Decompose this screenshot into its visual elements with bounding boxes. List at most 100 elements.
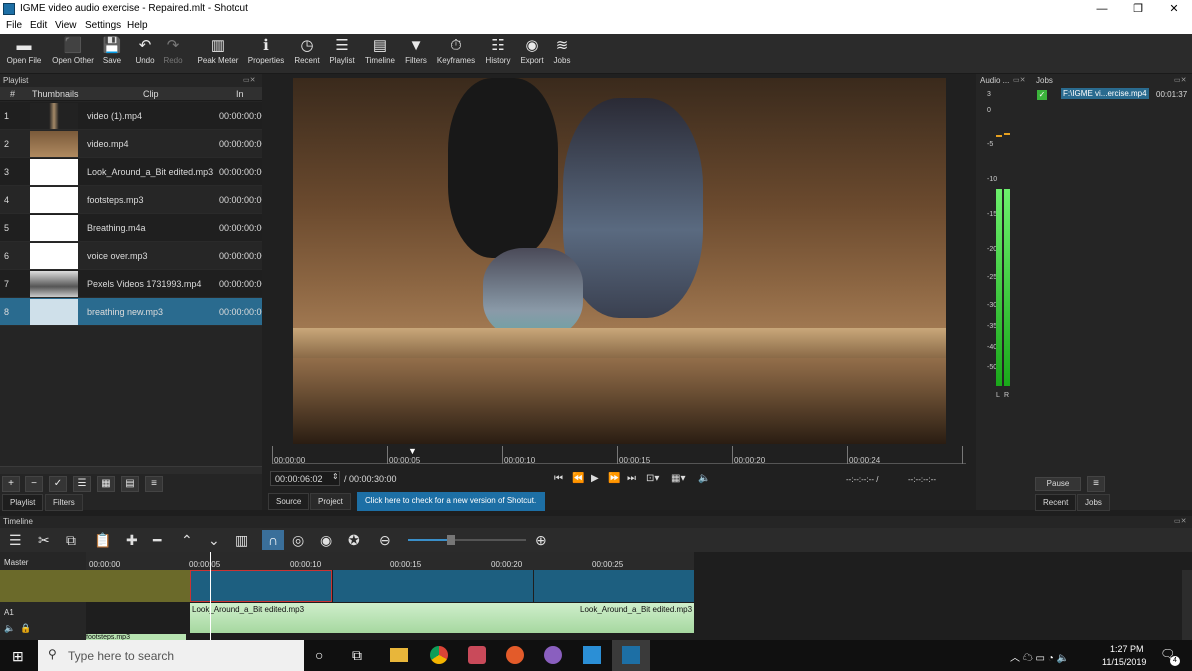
- video-preview[interactable]: [293, 78, 946, 444]
- close-button[interactable]: ✕: [1156, 0, 1192, 18]
- cortana-icon[interactable]: ○: [315, 647, 323, 663]
- save-button[interactable]: 💾 Save: [100, 36, 124, 65]
- col-thumbnails[interactable]: Thumbnails: [32, 89, 79, 99]
- playlist-button[interactable]: ☰ Playlist: [327, 36, 357, 65]
- jobs-button[interactable]: ≋ Jobs: [551, 36, 573, 65]
- update-icon[interactable]: ✓: [49, 476, 67, 492]
- export-button[interactable]: ◉ Export: [518, 36, 546, 65]
- undo-button[interactable]: ↶ Undo: [133, 36, 157, 65]
- panel-float-close-icon[interactable]: ▭✕: [1174, 517, 1186, 525]
- zoom-out-icon[interactable]: ⊖: [379, 532, 391, 548]
- timecode-field[interactable]: 00:00:06:02: [270, 471, 340, 486]
- app-icon[interactable]: [468, 646, 486, 664]
- job-name[interactable]: F:\IGME vi...ercise.mp4: [1061, 88, 1149, 99]
- ripple-delete-icon[interactable]: ━: [153, 532, 161, 548]
- playlist-hscrollbar[interactable]: [0, 466, 262, 474]
- cut-icon[interactable]: ✂: [38, 532, 50, 548]
- tab-recent[interactable]: Recent: [1035, 494, 1077, 511]
- tab-filters[interactable]: Filters: [45, 494, 83, 511]
- scrub-icon[interactable]: ◎: [292, 532, 304, 548]
- update-notice[interactable]: Click here to check for a new version of…: [357, 492, 545, 511]
- minimize-button[interactable]: —: [1084, 0, 1120, 18]
- open-other-button[interactable]: ⬛ Open Other: [50, 36, 96, 65]
- playlist-row-selected[interactable]: 8 breathing new.mp3 00:00:00:00: [0, 298, 262, 326]
- playlist-row[interactable]: 7 Pexels Videos 1731993.mp4 00:00:00:00: [0, 270, 262, 298]
- recent-button[interactable]: ◷ Recent: [292, 36, 322, 65]
- vscode-icon[interactable]: [583, 646, 601, 664]
- windows-start-icon[interactable]: ⊞: [12, 648, 24, 665]
- playlist-menu-icon[interactable]: ≡: [145, 476, 163, 492]
- col-number[interactable]: #: [10, 89, 15, 99]
- fast-forward-icon[interactable]: ⏩: [608, 473, 620, 484]
- chrome-icon[interactable]: [430, 646, 448, 664]
- playhead-icon[interactable]: ▼: [408, 446, 417, 456]
- remove-icon[interactable]: −: [25, 476, 43, 492]
- grid-view-icon[interactable]: ▦: [97, 476, 115, 492]
- detail-view-icon[interactable]: ▤: [121, 476, 139, 492]
- app-icon[interactable]: [506, 646, 524, 664]
- play-icon[interactable]: ▶: [591, 473, 599, 484]
- peak-meter-button[interactable]: ▥ Peak Meter: [196, 36, 240, 65]
- menu-edit[interactable]: Edit: [30, 20, 47, 31]
- tab-project[interactable]: Project: [310, 493, 351, 510]
- panel-float-close-icon[interactable]: ▭✕: [243, 76, 255, 84]
- timeline-vscrollbar[interactable]: [1182, 570, 1192, 640]
- volume-icon[interactable]: 🔈: [698, 473, 710, 484]
- tray-icons[interactable]: ︿ ☁ ▭ ◔ 🔈: [1010, 649, 1069, 664]
- menu-help[interactable]: Help: [127, 20, 148, 31]
- zoom-fit-icon[interactable]: ⊡▾: [646, 473, 659, 484]
- append-icon[interactable]: ✚: [126, 532, 138, 548]
- keyframes-button[interactable]: ⏱ Keyframes: [436, 36, 476, 65]
- col-clip[interactable]: Clip: [143, 89, 159, 99]
- lift-icon[interactable]: ⌃: [181, 532, 193, 548]
- timeline-menu-icon[interactable]: ☰: [9, 532, 22, 548]
- rewind-icon[interactable]: ⏪: [572, 473, 584, 484]
- tab-jobs[interactable]: Jobs: [1077, 494, 1110, 511]
- video-clip[interactable]: [190, 570, 332, 602]
- playlist-row[interactable]: 6 voice over.mp3 00:00:00:00: [0, 242, 262, 270]
- list-view-icon[interactable]: ☰: [73, 476, 91, 492]
- panel-float-close-icon[interactable]: ▭✕: [1013, 76, 1025, 84]
- audio-clip[interactable]: Look_Around_a_Bit edited.mp3 Look_Around…: [190, 603, 694, 633]
- timecode-spinner-icon[interactable]: ⇕: [332, 472, 339, 481]
- timeline-playhead[interactable]: [210, 552, 211, 642]
- playlist-row[interactable]: 5 Breathing.m4a 00:00:00:00: [0, 214, 262, 242]
- timeline-ruler[interactable]: 00:00:00 00:00:05 00:00:10 00:00:15 00:0…: [86, 552, 694, 570]
- zoom-in-icon[interactable]: ⊕: [535, 532, 547, 548]
- playlist-row[interactable]: 3 Look_Around_a_Bit edited.mp3 00:00:00:…: [0, 158, 262, 186]
- col-in[interactable]: In: [236, 89, 244, 99]
- grid-icon[interactable]: ▦▾: [671, 473, 685, 484]
- ripple-all-icon[interactable]: ✪: [348, 532, 360, 548]
- video-clip[interactable]: [333, 570, 533, 602]
- copy-icon[interactable]: ⧉: [66, 532, 76, 548]
- panel-float-close-icon[interactable]: ▭✕: [1174, 76, 1186, 84]
- playlist-row[interactable]: 2 video.mp4 00:00:00:00: [0, 130, 262, 158]
- tab-playlist[interactable]: Playlist: [2, 494, 44, 511]
- tab-source[interactable]: Source: [268, 493, 310, 510]
- snap-magnet-icon[interactable]: ∩: [262, 530, 284, 550]
- redo-button[interactable]: ↷ Redo: [161, 36, 185, 65]
- maximize-button[interactable]: ❐: [1120, 0, 1156, 18]
- task-view-icon[interactable]: ⧉: [352, 647, 362, 664]
- lock-icon[interactable]: 🔒: [20, 623, 31, 634]
- open-file-button[interactable]: ▬ Open File: [6, 36, 42, 65]
- timeline-button[interactable]: ▤ Timeline: [362, 36, 398, 65]
- file-explorer-icon[interactable]: [390, 648, 408, 662]
- paste-icon[interactable]: 📋: [94, 532, 111, 548]
- skip-next-icon[interactable]: ⏭: [627, 473, 636, 484]
- viewer-ruler[interactable]: 00:00:00 00:00:05 00:00:10 00:00:15 00:0…: [272, 446, 966, 465]
- overwrite-icon[interactable]: ⌄: [208, 532, 220, 548]
- menu-file[interactable]: File: [6, 20, 22, 31]
- video-clip[interactable]: [534, 570, 694, 602]
- jobs-menu-icon[interactable]: ≡: [1087, 476, 1105, 492]
- taskbar-search[interactable]: ⚲ Type here to search: [38, 640, 304, 671]
- pause-button[interactable]: Pause: [1035, 477, 1081, 491]
- filters-button[interactable]: ▼ Filters: [403, 36, 429, 65]
- menu-settings[interactable]: Settings: [85, 20, 121, 31]
- ripple-icon[interactable]: ◉: [320, 532, 332, 548]
- skip-previous-icon[interactable]: ⏮: [554, 473, 563, 484]
- split-icon[interactable]: ▥: [235, 532, 248, 548]
- zoom-slider-handle[interactable]: [447, 535, 455, 545]
- properties-button[interactable]: ℹ Properties: [246, 36, 286, 65]
- playlist-row[interactable]: 4 footsteps.mp3 00:00:00:00: [0, 186, 262, 214]
